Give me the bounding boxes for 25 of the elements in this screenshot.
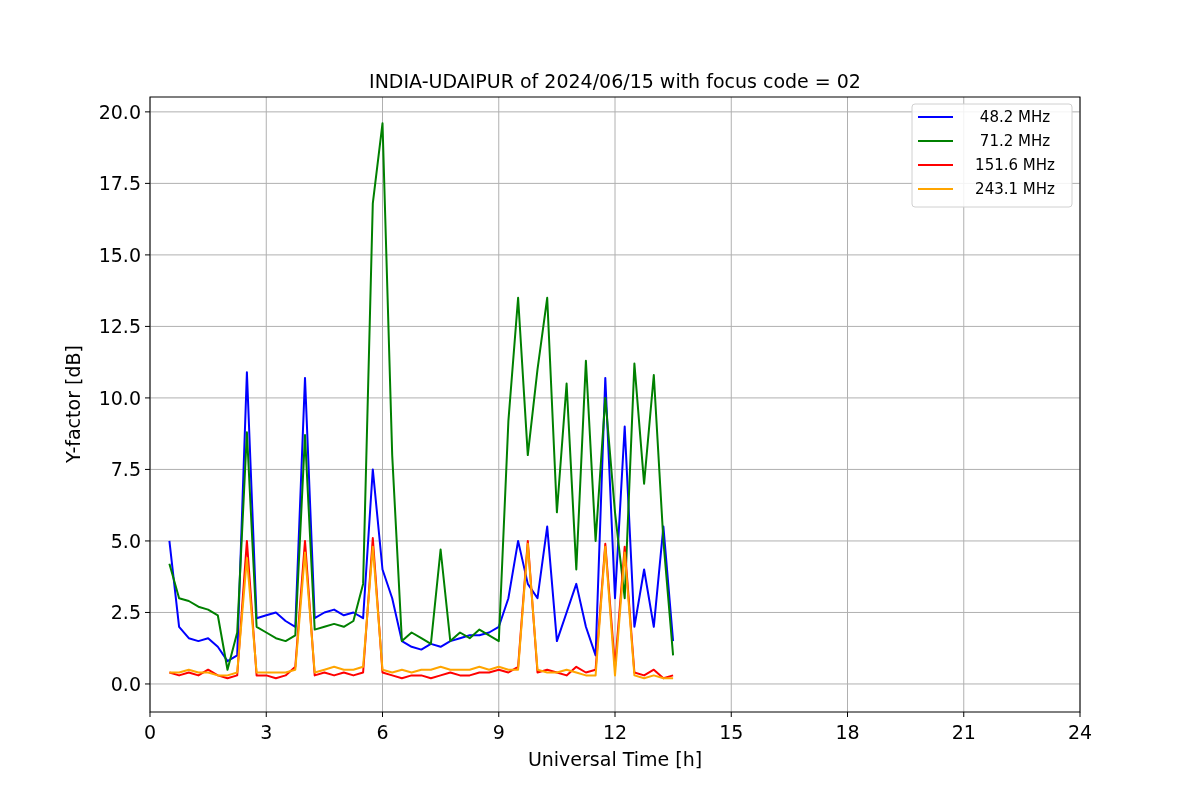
chart-title: INDIA-UDAIPUR of 2024/06/15 with focus code = 02 [369,70,861,92]
tick-label: 0 [143,721,157,743]
tick-label: 7.5 [110,458,141,481]
tick-label: 12.5 [98,315,141,338]
tick-label: 0.0 [110,672,141,695]
legend-label: 48.2 MHz [979,108,1051,126]
tick-label: 5.0 [110,529,141,552]
tick-label: 17.5 [98,172,141,195]
tick-label: 18 [835,721,860,743]
axis-label: Y-factor [dB] [62,345,84,463]
tick-label: 9 [492,721,505,743]
legend-label: 71.2 MHz [979,132,1051,150]
legend-label: 243.1 MHz [975,180,1055,198]
tick-label: 3 [260,721,273,743]
tick-label: 24 [1067,721,1093,743]
axis-label: Universal Time [h] [527,748,703,770]
tick-label: 6 [376,721,389,743]
tick-label: 2.5 [110,601,141,624]
tick-label: 15.0 [98,243,141,266]
legend-label: 151.6 MHz [975,156,1055,174]
tick-label: 10.0 [98,386,141,409]
tick-label: 20.0 [98,100,141,123]
tick-label: 12 [602,721,628,743]
tick-label: 15 [719,721,744,743]
tick-label: 21 [951,721,976,743]
